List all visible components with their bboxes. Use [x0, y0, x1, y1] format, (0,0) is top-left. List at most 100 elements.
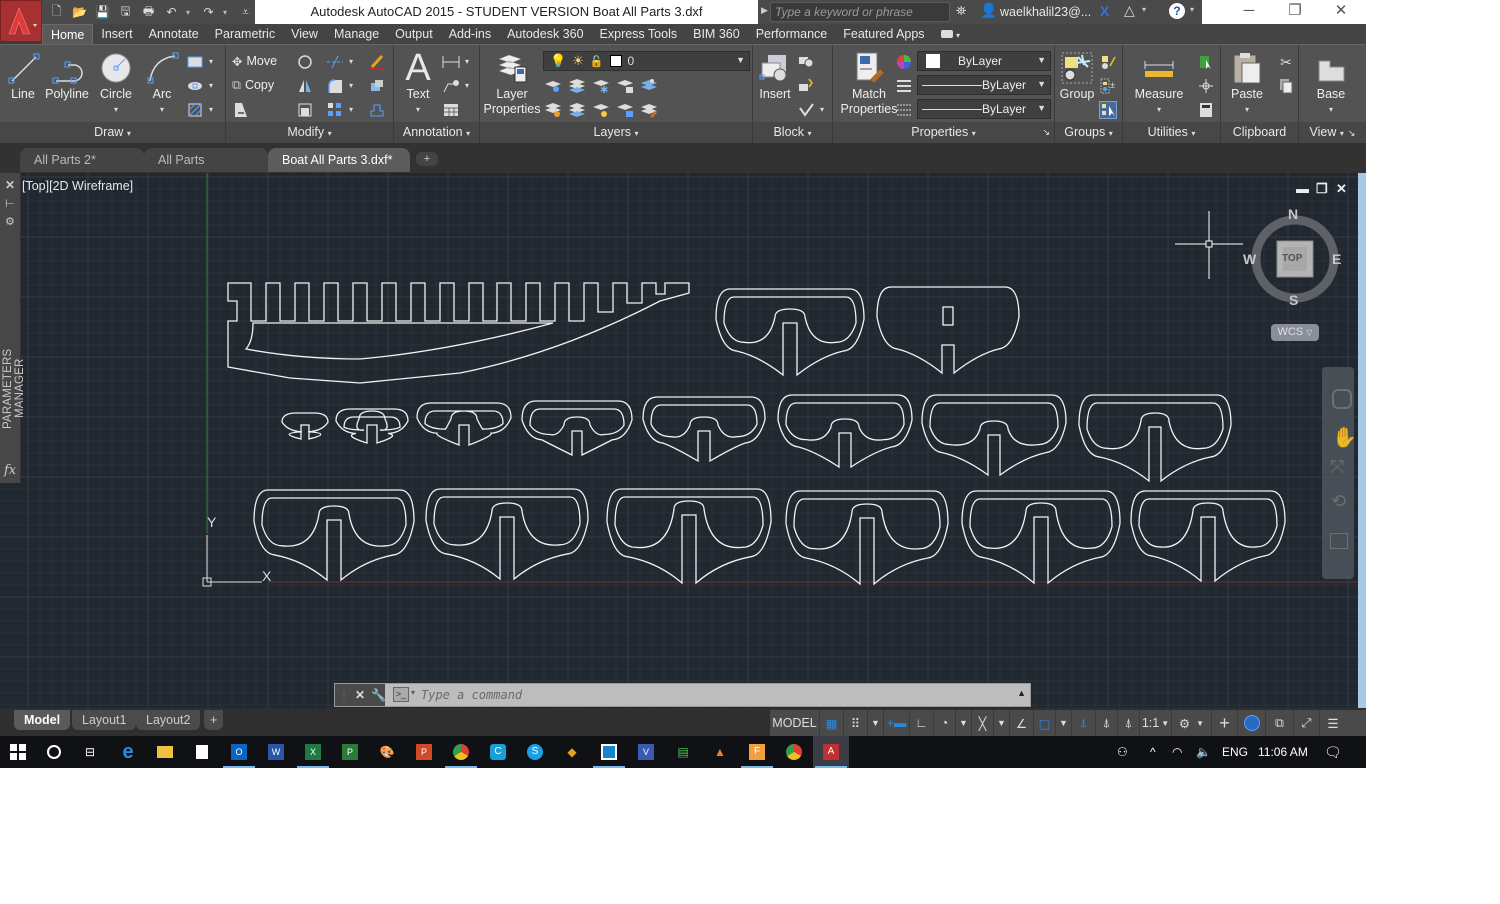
- task-view-icon[interactable]: ⊟: [72, 736, 108, 768]
- volume-icon[interactable]: 🔈: [1196, 736, 1211, 768]
- cc-app-icon[interactable]: C: [480, 736, 516, 768]
- recent-commands-icon[interactable]: >_: [393, 687, 409, 702]
- ellipse-dropdown[interactable]: ▾: [209, 81, 213, 90]
- edit-block-icon[interactable]: [797, 77, 815, 95]
- clock[interactable]: 11:06 AM: [1258, 736, 1308, 768]
- clean-screen-icon[interactable]: ⤢: [1294, 710, 1320, 736]
- compass-east[interactable]: E: [1332, 251, 1341, 267]
- a360-icon[interactable]: △: [1124, 2, 1135, 19]
- restore-button[interactable]: ❐: [1272, 0, 1318, 24]
- tab-annotate[interactable]: Annotate: [141, 24, 207, 44]
- copy-clip-icon[interactable]: [1277, 77, 1295, 95]
- viewport-close-icon[interactable]: ✕: [1336, 181, 1347, 197]
- linear-dimension-icon[interactable]: [442, 53, 460, 71]
- annotation-visibility-icon[interactable]: ⍋: [1072, 710, 1096, 736]
- copy-button[interactable]: ⧉ Copy: [232, 75, 274, 95]
- fillet-icon[interactable]: [326, 77, 344, 95]
- insert-button[interactable]: Insert: [755, 49, 795, 102]
- chrome-icon[interactable]: [443, 736, 479, 768]
- tab-insert[interactable]: Insert: [93, 24, 140, 44]
- vertical-scrollbar[interactable]: [1358, 173, 1366, 708]
- osnap-dropdown[interactable]: ▼: [1056, 710, 1072, 736]
- save-as-icon[interactable]: 🖫: [117, 4, 134, 20]
- isodraft-icon[interactable]: ╳: [972, 710, 994, 736]
- powerpoint-icon[interactable]: P: [406, 736, 442, 768]
- tab-manage[interactable]: Manage: [326, 24, 387, 44]
- pan-icon[interactable]: ✋: [1332, 425, 1357, 450]
- help-search-input[interactable]: [770, 2, 950, 22]
- compass-north[interactable]: N: [1288, 206, 1298, 222]
- tab-add-ins[interactable]: Add-ins: [441, 24, 499, 44]
- line-button[interactable]: Line: [4, 49, 42, 102]
- rectangle-icon[interactable]: [186, 53, 204, 71]
- move-button[interactable]: ✥ Move: [232, 51, 277, 71]
- annotation-scale-dropdown[interactable]: 1:1 ▼: [1140, 710, 1172, 736]
- snap-dropdown[interactable]: ▼: [868, 710, 884, 736]
- compass-south[interactable]: S: [1289, 292, 1298, 308]
- project-icon[interactable]: P: [332, 736, 368, 768]
- user-account[interactable]: waelkhalil23@...: [1000, 0, 1091, 24]
- text-button[interactable]: A Text ▾: [398, 49, 438, 117]
- view-panel-title[interactable]: View ▾ ↘: [1299, 122, 1366, 143]
- file-tab-all-parts[interactable]: All Parts: [144, 148, 268, 172]
- stretch-icon[interactable]: [232, 101, 250, 119]
- git-icon[interactable]: ◆: [554, 736, 590, 768]
- draw-panel-title[interactable]: Draw ▾: [0, 122, 225, 143]
- open-icon[interactable]: 📂: [71, 4, 88, 20]
- cut-icon[interactable]: ✂: [1277, 53, 1295, 71]
- help-dropdown[interactable]: ▾: [1190, 5, 1194, 14]
- ungroup-icon[interactable]: [1099, 53, 1117, 71]
- customize-wrench-icon[interactable]: 🔧: [371, 688, 386, 702]
- viewport-restore-icon[interactable]: ❐: [1316, 181, 1328, 197]
- layer-properties-button[interactable]: Layer Properties: [482, 49, 542, 117]
- layout-tab-model[interactable]: Model: [14, 710, 71, 730]
- customization-menu-icon[interactable]: ☰: [1320, 710, 1346, 736]
- undo-dropdown[interactable]: ▾: [186, 8, 194, 17]
- tab-performance[interactable]: Performance: [748, 24, 836, 44]
- groups-panel-title[interactable]: Groups ▾: [1055, 122, 1122, 143]
- arc-button[interactable]: Arc ▾: [142, 49, 182, 117]
- compass-west[interactable]: W: [1243, 251, 1256, 267]
- isodraft-dropdown[interactable]: ▼: [994, 710, 1010, 736]
- utilities-panel-title[interactable]: Utilities ▾: [1123, 122, 1220, 143]
- explode-icon[interactable]: [368, 77, 386, 95]
- rectangle-dropdown[interactable]: ▾: [209, 57, 213, 66]
- close-palette-icon[interactable]: ✕: [5, 178, 15, 192]
- showmotion-icon[interactable]: [1330, 533, 1348, 549]
- viewport-controls-label[interactable]: [Top][2D Wireframe]: [22, 179, 133, 193]
- lineweight-dropdown[interactable]: ByLayer ▼: [917, 75, 1051, 95]
- hardware-acceleration-icon[interactable]: ⧉: [1266, 710, 1294, 736]
- customize-qat-icon[interactable]: ⩡: [237, 4, 254, 20]
- clipboard-panel-title[interactable]: Clipboard: [1221, 122, 1298, 143]
- tab-view[interactable]: View: [283, 24, 326, 44]
- hatch-icon[interactable]: [186, 101, 204, 119]
- group-selection-toggle-icon[interactable]: [1099, 101, 1117, 119]
- drawing-canvas[interactable]: YX ✕ ⊢ ⚙ PARAMETERS MANAGER fx [Top][2D …: [0, 173, 1358, 708]
- new-tab-button[interactable]: +: [416, 152, 438, 166]
- viewcube[interactable]: TOP N S E W: [1243, 206, 1343, 308]
- ortho-icon[interactable]: ∟: [910, 710, 934, 736]
- linetype-dropdown[interactable]: ByLayer ▼: [917, 99, 1051, 119]
- steering-wheel-icon[interactable]: [1332, 389, 1352, 409]
- a360-dropdown[interactable]: ▾: [1142, 5, 1146, 14]
- id-point-icon[interactable]: [1197, 77, 1215, 95]
- layer-isolate-icon[interactable]: [568, 77, 586, 95]
- layer-unlock-all-icon[interactable]: [616, 101, 634, 119]
- object-snap-tracking-icon[interactable]: ∠: [1010, 710, 1034, 736]
- tab-autodesk-360[interactable]: Autodesk 360: [499, 24, 591, 44]
- trim-icon[interactable]: [326, 53, 344, 71]
- tab-express-tools[interactable]: Express Tools: [592, 24, 686, 44]
- grid-icon[interactable]: ▦: [820, 710, 844, 736]
- object-color-dropdown[interactable]: ByLayer ▼: [917, 51, 1051, 71]
- wifi-icon[interactable]: ◠: [1172, 736, 1182, 768]
- fillet-dropdown[interactable]: ▾: [349, 81, 353, 90]
- workspace-switch-button[interactable]: ⚙ ▼: [1172, 710, 1212, 736]
- application-menu-button[interactable]: [0, 0, 42, 42]
- edit-attributes-icon[interactable]: [797, 101, 815, 119]
- layer-dropdown[interactable]: 💡 ☀ 🔓 0 ▼: [543, 51, 750, 71]
- start-button[interactable]: [0, 736, 36, 768]
- layer-unisolate-icon[interactable]: [568, 101, 586, 119]
- leader-icon[interactable]: [442, 77, 460, 95]
- user-icon[interactable]: 👤: [980, 2, 997, 19]
- ellipse-icon[interactable]: [186, 77, 204, 95]
